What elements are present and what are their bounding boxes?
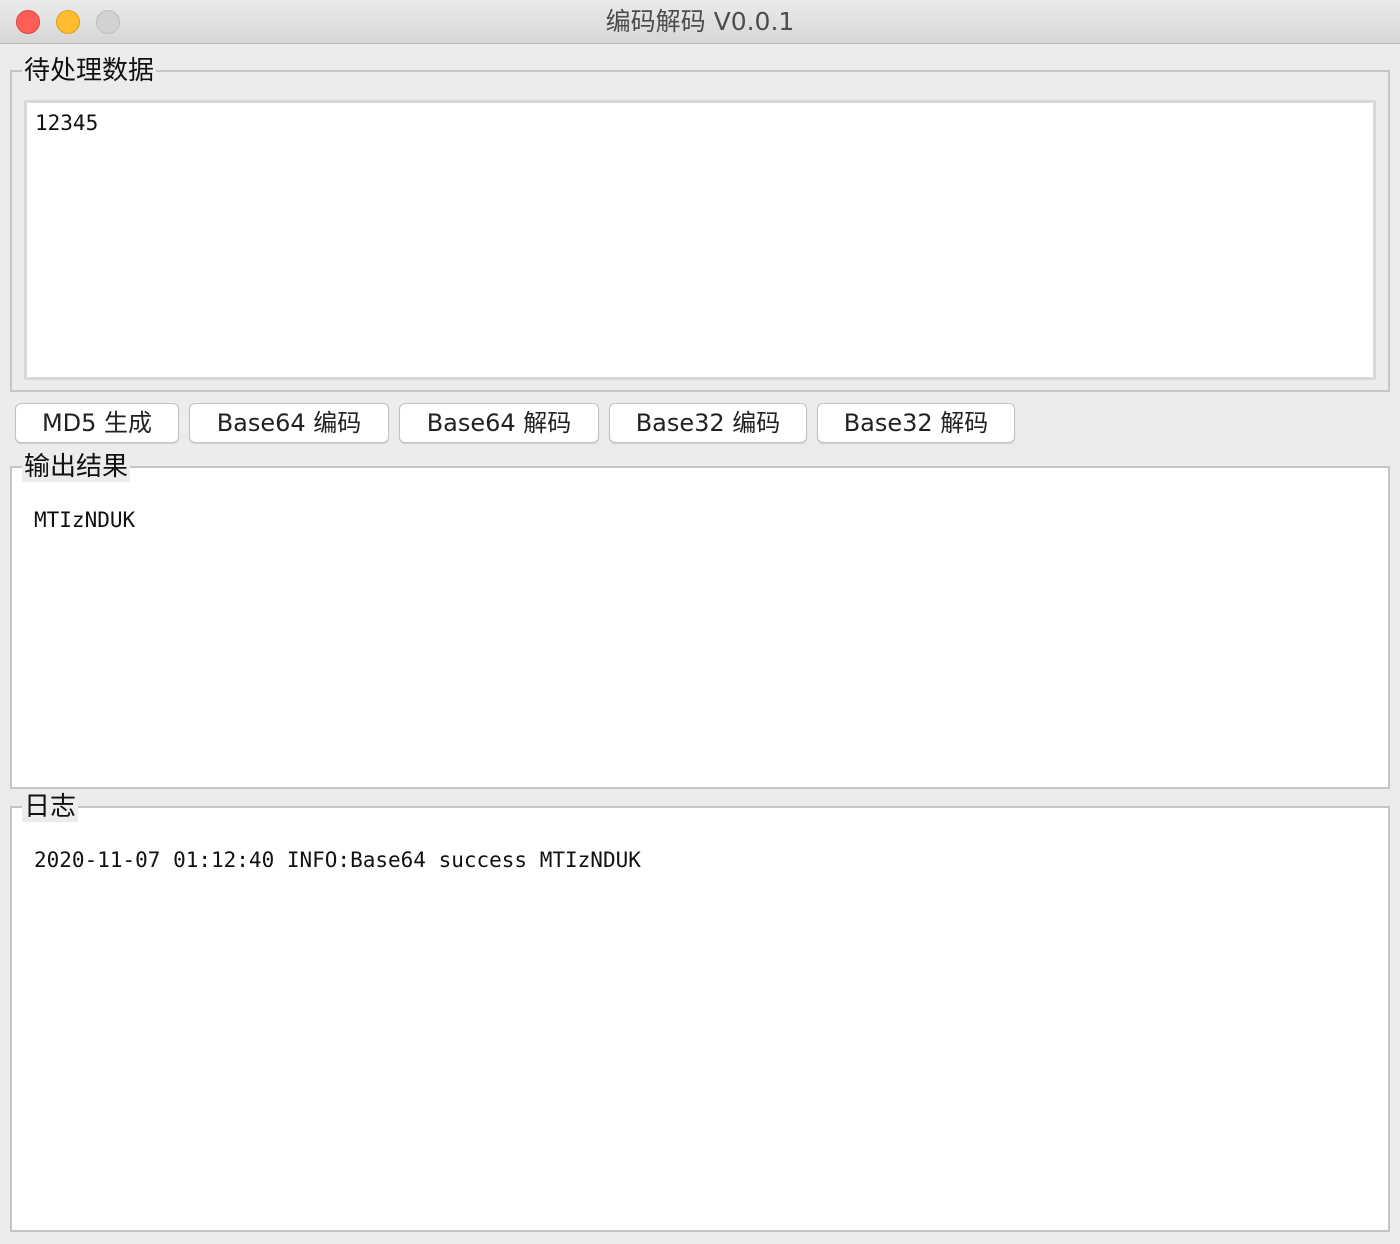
output-text: MTIzNDUK [34, 508, 136, 532]
log-group-label: 日志 [22, 792, 79, 822]
base32-encode-button[interactable]: Base32 编码 [609, 403, 807, 443]
base32-decode-button[interactable]: Base32 解码 [817, 403, 1015, 443]
base64-encode-button[interactable]: Base64 编码 [189, 403, 389, 443]
base64-decode-button[interactable]: Base64 解码 [399, 403, 599, 443]
app-window: 编码解码 V0.0.1 待处理数据 12345 MD5 生成 Base64 编码… [0, 0, 1400, 1244]
log-entry: 2020-11-07 01:12:40 INFO:Base64 success … [34, 848, 641, 872]
output-group: 输出结果 [10, 452, 1390, 789]
input-text: 12345 [35, 111, 99, 135]
input-group-label: 待处理数据 [22, 56, 157, 86]
input-textarea[interactable]: 12345 [24, 100, 1376, 380]
window-title: 编码解码 V0.0.1 [605, 7, 795, 36]
title-bar[interactable]: 编码解码 V0.0.1 [0, 0, 1400, 44]
md5-generate-button[interactable]: MD5 生成 [15, 403, 179, 443]
output-group-label: 输出结果 [22, 452, 131, 482]
